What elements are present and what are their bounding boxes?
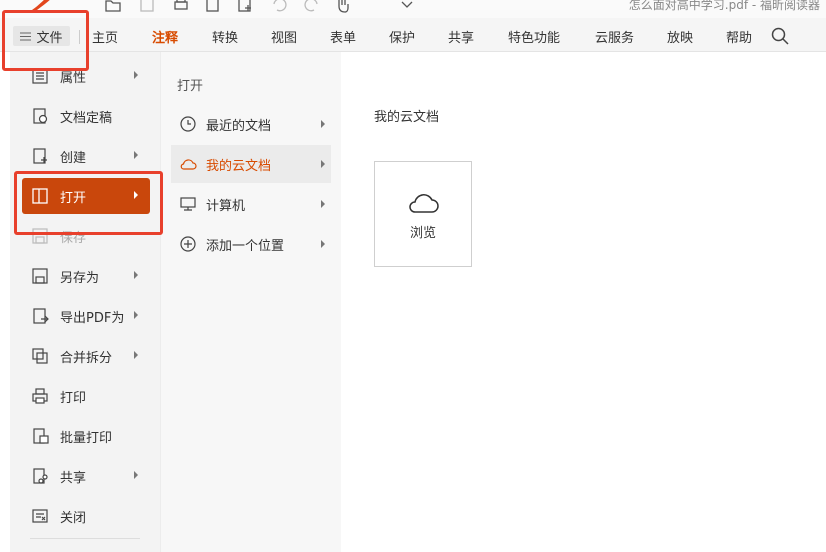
tab-form[interactable]: 表单 [330,27,356,46]
export-pdf-icon [33,308,49,324]
tab-slideshow[interactable]: 放映 [667,27,693,46]
submenu-arrow-icon [321,120,325,128]
file-menu-item-label: 创建 [60,150,87,166]
file-menu-item-save-as[interactable]: 另存为 [22,258,150,294]
file-menu-item-merge-split[interactable]: 合并拆分 [22,338,150,374]
quick-access-toolbar: 怎么面对高中学习.pdf - 福昕阅读器 [0,0,826,18]
file-menu-item-label: 合并拆分 [60,350,113,366]
search-icon[interactable] [771,27,789,45]
scan-icon[interactable] [204,0,222,14]
open-item-recent[interactable]: 最近的文档 [171,105,331,143]
submenu-arrow-icon [321,240,325,248]
clock-icon [180,116,196,132]
file-menu-item-print[interactable]: 打印 [22,378,150,414]
open-item-cloud[interactable]: 我的云文档 [171,145,331,183]
browse-button[interactable]: 浏览 [374,161,472,267]
create-icon [33,148,47,164]
submenu-arrow-icon [134,311,138,319]
close-doc-icon [32,509,48,523]
file-menu-item-label: 另存为 [60,270,100,286]
new-doc-icon[interactable] [236,0,254,14]
open-item-add-location[interactable]: 添加一个位置 [171,225,331,263]
submenu-arrow-icon [134,471,138,479]
hand-tool-icon[interactable] [334,0,352,14]
open-item-computer[interactable]: 计算机 [171,185,331,223]
tab-cloud[interactable]: 云服务 [595,27,634,46]
share-icon [33,468,48,484]
tab-help[interactable]: 帮助 [726,27,752,46]
cloud-docs-panel: 我的云文档 浏览 [341,52,826,552]
save-icon[interactable] [138,0,156,14]
file-menu-item-label: 文档定稿 [60,110,113,126]
submenu-arrow-icon [321,200,325,208]
file-menu-item-label: 批量打印 [60,430,113,446]
open-item-label: 最近的文档 [206,118,272,134]
submenu-arrow-icon [134,271,138,279]
merge-split-icon [32,348,48,364]
file-menu-item-export-pdf[interactable]: 导出PDF为 [22,298,150,334]
computer-icon [180,197,196,211]
redo-icon[interactable] [303,0,321,14]
menu-divider [30,538,140,539]
file-menu-item-label: 导出PDF为 [60,310,125,326]
print-icon [32,388,48,404]
submenu-arrow-icon [134,351,138,359]
open-item-label: 计算机 [206,198,246,214]
tab-share[interactable]: 共享 [448,27,474,46]
file-menu-item-create[interactable]: 创建 [22,138,150,174]
tab-view[interactable]: 视图 [271,27,297,46]
cloud-icon [409,193,439,213]
tab-convert[interactable]: 转换 [212,27,238,46]
highlight-box-open [14,171,163,235]
file-menu: 属性 文档定稿 创建 打开 保存 另存为 导出PDF为 合并拆分 打印 批量打印… [10,52,160,552]
open-folder-icon[interactable] [104,0,122,14]
save-as-icon [32,268,48,284]
file-menu-item-finalize[interactable]: 文档定稿 [22,98,150,134]
open-item-label: 我的云文档 [206,158,272,174]
customize-dropdown-icon[interactable] [398,0,416,14]
undo-icon[interactable] [270,0,288,14]
open-submenu: 打开 最近的文档 我的云文档 计算机 添加一个位置 [160,52,341,552]
finalize-doc-icon [33,108,48,124]
file-menu-item-share[interactable]: 共享 [22,458,150,494]
submenu-arrow-icon [134,71,138,79]
window-title: 怎么面对高中学习.pdf - 福昕阅读器 [628,0,820,12]
browse-label: 浏览 [409,225,436,241]
tab-protect[interactable]: 保护 [389,27,415,46]
submenu-heading: 打开 [177,79,204,94]
print-icon[interactable] [172,0,190,14]
batch-print-icon [33,428,49,444]
panel-title: 我的云文档 [374,110,440,125]
submenu-arrow-icon [134,151,138,159]
submenu-arrow-icon [321,160,325,168]
tab-home[interactable]: 主页 [92,27,118,46]
file-menu-item-label: 关闭 [60,510,87,526]
file-menu-item-batch-print[interactable]: 批量打印 [22,418,150,454]
file-menu-item-close[interactable]: 关闭 [22,498,150,534]
ribbon-tab-bar: 文件 主页 注释 转换 视图 表单 保护 共享 特色功能 云服务 放映 帮助 [0,18,826,52]
plus-circle-icon [180,236,196,252]
file-menu-item-label: 打印 [60,390,87,406]
cloud-icon [180,159,197,170]
highlight-box-file [2,10,89,71]
tab-features[interactable]: 特色功能 [508,27,560,46]
file-menu-item-label: 共享 [60,470,87,486]
open-item-label: 添加一个位置 [206,238,285,254]
tab-comment[interactable]: 注释 [152,27,178,46]
